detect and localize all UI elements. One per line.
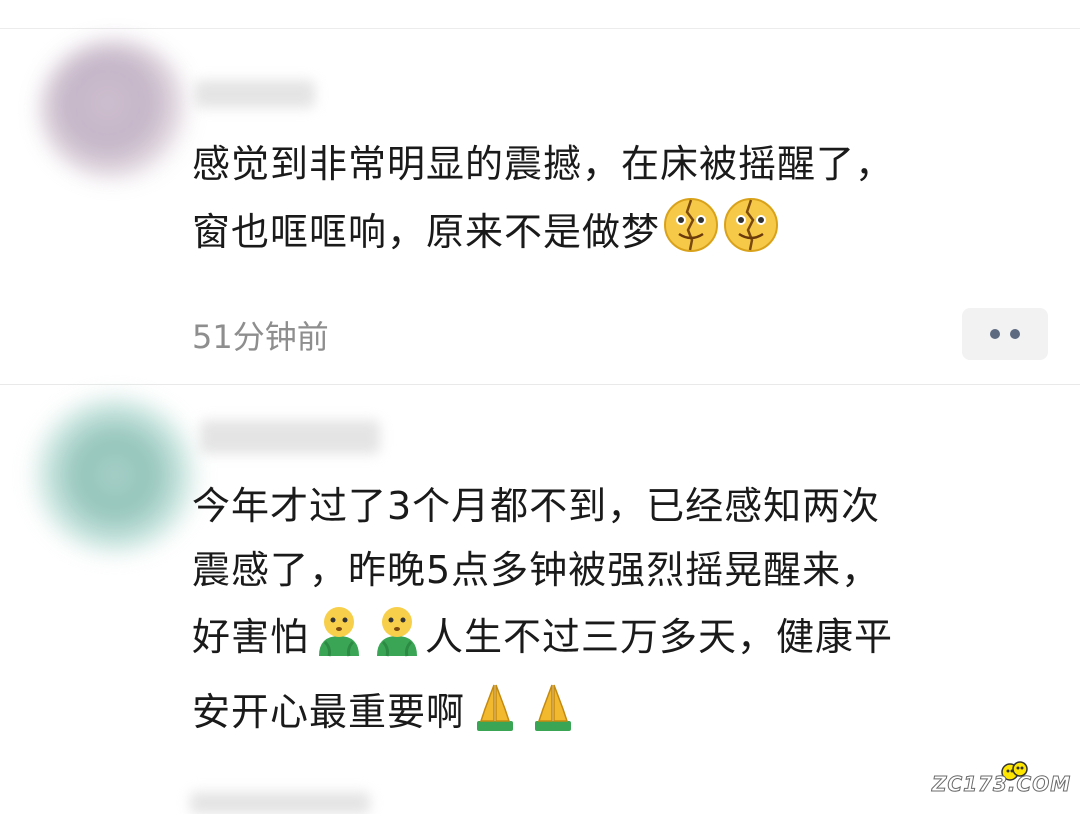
comment-text: 今年才过了3个月都不到，已经感知两次 震感了，昨晚5点多钟被强烈摇晃醒来， 好害… <box>192 474 1032 752</box>
scared-person-icon <box>311 602 367 677</box>
top-divider <box>0 28 1080 29</box>
more-dot-icon <box>990 329 1000 339</box>
comment-text-line: 人生不过三万多天，健康平 <box>425 615 894 659</box>
cracked-face-icon <box>722 196 780 273</box>
avatar[interactable] <box>30 395 200 555</box>
username-blurred[interactable] <box>195 80 315 108</box>
watermark-text: ZC173.COM <box>931 772 1072 797</box>
comment-time: 51分钟前 <box>192 318 329 356</box>
more-button[interactable] <box>962 308 1048 360</box>
next-comment-username-blurred <box>190 792 370 814</box>
comment-text-line: 安开心最重要啊 <box>192 690 466 734</box>
username-blurred[interactable] <box>200 420 380 454</box>
comment-divider <box>0 384 1080 385</box>
comment-text-line: 今年才过了3个月都不到，已经感知两次 <box>192 484 881 528</box>
comment-text-line: 震感了，昨晚5点多钟被强烈摇晃醒来， <box>192 548 881 592</box>
more-dot-icon <box>1010 329 1020 339</box>
comment-text-line: 好害怕 <box>192 615 310 659</box>
comment-text-line: 感觉到非常明显的震撼，在床被摇醒了， <box>192 142 895 186</box>
avatar[interactable] <box>40 40 190 180</box>
scared-person-icon <box>369 602 425 677</box>
comment-text-line: 窗也哐哐响，原来不是做梦 <box>192 210 661 254</box>
praying-hands-icon <box>525 677 581 752</box>
comment-text: 感觉到非常明显的震撼，在床被摇醒了， 窗也哐哐响，原来不是做梦 <box>192 132 1032 273</box>
cracked-face-icon <box>662 196 720 273</box>
praying-hands-icon <box>467 677 523 752</box>
